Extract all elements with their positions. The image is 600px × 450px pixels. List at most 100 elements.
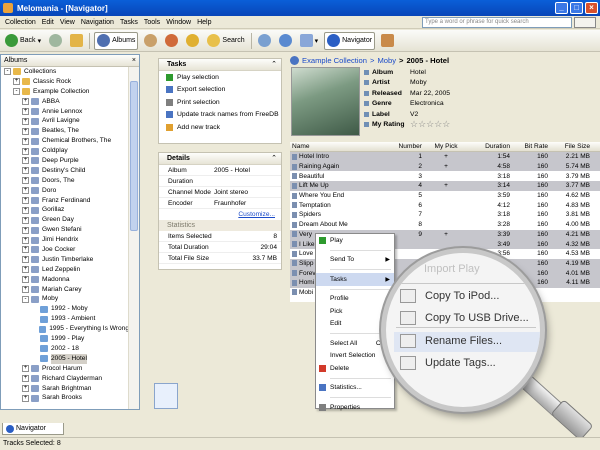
task-item[interactable]: Play selection (159, 71, 281, 84)
menu-help[interactable]: Help (197, 19, 211, 26)
refresh-button[interactable] (277, 32, 294, 50)
up-folder-button[interactable] (68, 32, 85, 50)
genres-button[interactable] (163, 32, 180, 50)
rating-stars[interactable]: ☆☆☆☆☆ (410, 119, 450, 130)
tree-node[interactable]: + Led Zeppelin (1, 265, 129, 275)
context-menu-item[interactable]: Tasks ▶ (316, 273, 394, 286)
expand-icon[interactable]: + (22, 167, 29, 175)
tree-node[interactable]: + Sarah Brooks (1, 393, 129, 403)
tree-node[interactable]: + Coldplay (1, 146, 129, 156)
minimize-button[interactable]: _ (555, 2, 568, 14)
panel-close-icon[interactable]: × (132, 55, 136, 66)
expand-icon[interactable]: + (22, 266, 29, 274)
collapse-icon[interactable]: - (22, 295, 29, 303)
tasks-toolbox-icon[interactable] (154, 383, 178, 409)
search-button[interactable]: Search (205, 32, 246, 50)
column-header[interactable]: File Size (550, 143, 594, 150)
tree-node[interactable]: + Joe Cocker (1, 245, 129, 255)
expand-icon[interactable]: + (22, 117, 29, 125)
track-row[interactable]: Where You End 5 3:59 160 4.62 MB (290, 191, 600, 201)
expand-icon[interactable]: + (22, 286, 29, 294)
magnified-menu-item[interactable]: Copy To iPod... (400, 289, 499, 303)
tree-node[interactable]: + Deep Purple (1, 156, 129, 166)
column-header[interactable]: Number (372, 143, 424, 150)
tree-node[interactable]: + Jimi Hendrix (1, 235, 129, 245)
track-row[interactable]: Temptation 6 4:12 160 4.83 MB (290, 200, 600, 210)
expand-icon[interactable]: + (22, 256, 29, 264)
tools-button[interactable] (379, 32, 396, 50)
track-row[interactable]: Beautiful 3 3:18 160 3.79 MB (290, 171, 600, 181)
menu-tasks[interactable]: Tasks (120, 19, 138, 26)
expand-icon[interactable]: + (13, 78, 20, 86)
tree-node[interactable]: + Doors, The (1, 176, 129, 186)
quick-search-input[interactable]: Type a word or phrase for quick search (422, 17, 572, 28)
breadcrumb-collection[interactable]: Example Collection (302, 56, 367, 65)
expand-icon[interactable]: + (22, 137, 29, 145)
tree-node[interactable]: + Procol Harum (1, 364, 129, 374)
breadcrumb-artist[interactable]: Moby (377, 56, 396, 65)
navigator-tab[interactable]: Navigator (2, 423, 64, 435)
tree-node[interactable]: + Avril Lavigne (1, 116, 129, 126)
collapse-icon[interactable]: - (4, 68, 11, 76)
expand-icon[interactable]: + (22, 187, 29, 195)
context-menu-item[interactable]: Properties (316, 401, 394, 414)
magnified-menu-item[interactable]: Update Tags... (400, 356, 496, 370)
expand-icon[interactable]: + (22, 147, 29, 155)
forward-button[interactable] (47, 32, 64, 50)
magnified-menu-item[interactable]: Rename Files... (400, 334, 502, 348)
expand-icon[interactable]: + (22, 226, 29, 234)
context-menu-item[interactable]: Delete (316, 362, 394, 375)
tree-node[interactable]: + Justin Timberlake (1, 255, 129, 265)
expand-icon[interactable]: + (22, 216, 29, 224)
expand-icon[interactable]: + (22, 127, 29, 135)
context-menu-item[interactable]: Profile (316, 293, 394, 306)
context-menu-item[interactable]: Play (316, 234, 394, 247)
tree-node[interactable]: - Example Collection (1, 87, 129, 97)
tree-node[interactable]: 1993 - Ambient (1, 314, 129, 324)
tree-node[interactable]: 2005 - Hotel (1, 353, 129, 364)
expand-icon[interactable]: + (22, 236, 29, 244)
tree-node[interactable]: 1995 - Everything Is Wrong (1, 324, 129, 334)
task-item[interactable]: Export selection (159, 84, 281, 97)
expand-icon[interactable]: + (22, 108, 29, 115)
expand-icon[interactable]: + (22, 394, 29, 402)
zoom-button[interactable] (256, 32, 273, 50)
tree-node[interactable]: + Gorillaz (1, 205, 129, 215)
magnified-menu-item[interactable]: Copy To USB Drive... (400, 311, 529, 325)
tree-node[interactable]: + Chemical Brothers, The (1, 136, 129, 146)
scroll-thumb[interactable] (130, 81, 138, 231)
column-header[interactable]: Duration (468, 143, 512, 150)
search-go-button[interactable] (574, 17, 596, 28)
track-row[interactable]: Dream About Me 8 3:28 160 4.00 MB (290, 220, 600, 230)
tree-node[interactable]: + Madonna (1, 275, 129, 285)
collapse-icon[interactable]: - (13, 88, 20, 96)
tree-node[interactable]: + Mariah Carey (1, 285, 129, 295)
column-header[interactable]: Name (290, 143, 372, 150)
collapse-chevron-icon[interactable]: ⌃ (271, 153, 277, 165)
track-row[interactable]: Hotel Intro 1 +1:54 160 2.21 MB (290, 152, 600, 162)
task-item[interactable]: Update track names from FreeDB (159, 109, 281, 122)
expand-icon[interactable]: + (22, 206, 29, 214)
albums-button[interactable]: Albums (94, 31, 139, 50)
menu-navigation[interactable]: Navigation (81, 19, 114, 26)
close-button[interactable]: × (585, 2, 598, 14)
tree-node[interactable]: + Green Day (1, 215, 129, 225)
tree-node[interactable]: + Sarah Brightman (1, 384, 129, 394)
track-row[interactable]: Raining Again 2 +4:58 160 5.74 MB (290, 161, 600, 172)
menu-edit[interactable]: Edit (42, 19, 54, 26)
artists-button[interactable] (142, 32, 159, 50)
disc-button[interactable] (184, 32, 201, 50)
tree-node[interactable]: + Beatles, The (1, 126, 129, 136)
expand-icon[interactable]: + (22, 157, 29, 165)
tree-node[interactable]: + Destiny's Child (1, 166, 129, 176)
menu-view[interactable]: View (60, 19, 75, 26)
back-button[interactable]: Back ▾ (3, 32, 43, 50)
tree-node[interactable]: + Annie Lennox (1, 107, 129, 117)
tree-node[interactable]: + Classic Rock (1, 77, 129, 87)
column-header[interactable]: Bit Rate (512, 143, 550, 150)
context-menu-item[interactable]: Invert Selection (316, 350, 394, 363)
tree-node[interactable]: - Collections (1, 67, 129, 77)
menu-tools[interactable]: Tools (144, 19, 160, 26)
column-header[interactable]: My Pick (424, 143, 468, 150)
navigator-button[interactable]: Navigator (324, 31, 376, 50)
